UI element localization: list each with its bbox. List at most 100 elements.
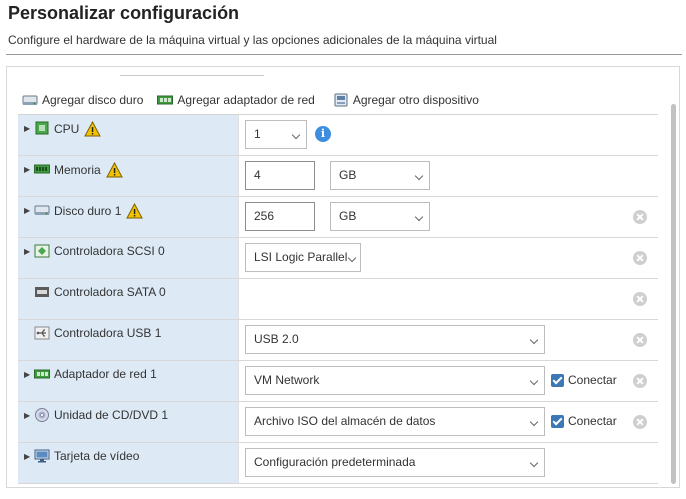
hardware-row-hard-disk: ▶ Disco duro 1 256 GB [18, 197, 658, 238]
hardware-row-memory: ▶ Memoria 4 GB [18, 156, 658, 197]
connect-checkbox[interactable] [551, 374, 564, 387]
network-adapter-icon [157, 93, 174, 107]
row-label: Memoria [54, 162, 123, 178]
cd-dvd-media-select[interactable]: Archivo ISO del almacén de datos [245, 407, 545, 436]
warning-icon [84, 121, 102, 137]
row-value-cell: Configuración predeterminada [238, 443, 658, 483]
connect-label: Conectar [568, 414, 617, 428]
add-hard-disk-label: Agregar disco duro [42, 93, 144, 107]
scsi-type-value: LSI Logic Parallel [254, 250, 348, 264]
scsi-type-select[interactable]: LSI Logic Parallel [245, 243, 361, 272]
chevron-down-icon [529, 458, 539, 468]
cd-dvd-media-value: Archivo ISO del almacén de datos [254, 414, 436, 428]
row-label: Controladora SATA 0 [54, 285, 166, 299]
usb-controller-label: Controladora USB 1 [54, 326, 162, 340]
disk-unit-select[interactable]: GB [330, 202, 430, 231]
chevron-down-icon [529, 376, 539, 386]
hardware-row-sata-controller: Controladora SATA 0 [18, 279, 658, 320]
row-value-cell: USB 2.0 [238, 320, 658, 360]
add-hard-disk-button[interactable]: Agregar disco duro [22, 93, 143, 107]
hardware-table: ▶ CPU 1 i ▶ Memoria 4 GB ▶ Disco duro 1 … [18, 114, 658, 484]
row-label-cell[interactable]: ▶ Adaptador de red 1 [18, 361, 238, 401]
chevron-down-icon [291, 130, 301, 140]
chevron-down-icon [414, 212, 424, 222]
video-card-label: Tarjeta de vídeo [54, 449, 140, 463]
row-label-cell[interactable]: ▶ Disco duro 1 [18, 197, 238, 237]
video-settings-value: Configuración predeterminada [254, 455, 416, 469]
add-other-device-label: Agregar otro dispositivo [352, 93, 479, 107]
row-label-cell[interactable]: ▶ Memoria [18, 156, 238, 196]
cpu-label: CPU [54, 122, 80, 136]
remove-device-icon[interactable] [633, 415, 647, 429]
info-icon[interactable]: i [315, 126, 331, 142]
expand-caret-icon[interactable]: ▶ [24, 370, 30, 379]
remove-device-icon[interactable] [633, 374, 647, 388]
disk-size-value: 256 [254, 209, 275, 223]
cpu-count-value: 1 [254, 127, 261, 141]
memory-label: Memoria [54, 163, 101, 177]
memory-unit-value: GB [339, 168, 357, 182]
usb-version-value: USB 2.0 [254, 332, 299, 346]
row-label-cell[interactable]: ▶ Controladora SCSI 0 [18, 238, 238, 278]
add-other-device-button[interactable]: Agregar otro dispositivo [333, 93, 479, 107]
row-value-cell: 4 GB [238, 156, 658, 196]
page-subtitle: Configure el hardware de la máquina virt… [8, 33, 497, 47]
row-value-cell [238, 279, 658, 319]
row-value-cell: 1 i [238, 115, 658, 155]
expand-caret-icon[interactable]: ▶ [24, 247, 30, 256]
memory-icon [34, 162, 50, 176]
cd-dvd-label: Unidad de CD/DVD 1 [54, 408, 169, 422]
network-select[interactable]: VM Network [245, 366, 545, 395]
chevron-down-icon [347, 253, 357, 263]
expand-caret-icon[interactable]: ▶ [24, 165, 30, 174]
hardware-row-network-adapter: ▶ Adaptador de red 1 VM Network Conectar [18, 361, 658, 402]
monitor-icon [34, 449, 50, 463]
remove-device-icon[interactable] [633, 292, 647, 306]
add-network-adapter-label: Agregar adaptador de red [177, 93, 315, 107]
usb-version-select[interactable]: USB 2.0 [245, 325, 545, 354]
scsi-controller-label: Controladora SCSI 0 [54, 244, 165, 258]
vertical-scrollbar[interactable] [668, 100, 678, 488]
hardware-row-usb-controller: Controladora USB 1 USB 2.0 [18, 320, 658, 361]
hard-disk-label: Disco duro 1 [54, 204, 122, 218]
hardware-toolbar: Agregar disco duro Agregar adaptador de … [22, 92, 479, 108]
row-label-cell: Controladora USB 1 [18, 320, 238, 360]
row-label-cell[interactable]: ▶ Tarjeta de vídeo [18, 443, 238, 483]
expand-caret-icon[interactable]: ▶ [24, 124, 30, 133]
page-title: Personalizar configuración [8, 3, 240, 23]
chevron-down-icon [529, 335, 539, 345]
disk-size-input[interactable]: 256 [245, 202, 315, 231]
sata-controller-icon [34, 285, 50, 299]
connect-checkbox[interactable] [551, 415, 564, 428]
add-network-adapter-button[interactable]: Agregar adaptador de red [157, 93, 315, 107]
expand-caret-icon[interactable]: ▶ [24, 411, 30, 420]
remove-device-icon[interactable] [633, 333, 647, 347]
row-label: Tarjeta de vídeo [54, 449, 139, 463]
usb-icon [34, 326, 50, 340]
row-label: Disco duro 1 [54, 203, 144, 219]
video-settings-select[interactable]: Configuración predeterminada [245, 448, 545, 477]
scrollbar-thumb[interactable] [671, 104, 676, 484]
row-value-cell: Archivo ISO del almacén de datos Conecta… [238, 402, 658, 442]
row-label: Adaptador de red 1 [54, 367, 157, 381]
row-label-cell[interactable]: ▶ CPU [18, 115, 238, 155]
remove-device-icon[interactable] [633, 251, 647, 265]
memory-size-input[interactable]: 4 [245, 161, 315, 190]
title-divider [6, 54, 682, 55]
row-value-cell: LSI Logic Parallel [238, 238, 658, 278]
warning-icon [105, 162, 123, 178]
remove-device-icon[interactable] [633, 210, 647, 224]
row-label: CPU [54, 121, 102, 137]
chevron-down-icon [529, 417, 539, 427]
hardware-row-cpu: ▶ CPU 1 i [18, 115, 658, 156]
expand-caret-icon[interactable]: ▶ [24, 206, 30, 215]
row-label: Unidad de CD/DVD 1 [54, 408, 168, 422]
hardware-row-video-card: ▶ Tarjeta de vídeo Configuración predete… [18, 443, 658, 484]
memory-size-value: 4 [254, 168, 261, 182]
memory-unit-select[interactable]: GB [330, 161, 430, 190]
hardware-row-cd-dvd: ▶ Unidad de CD/DVD 1 Archivo ISO del alm… [18, 402, 658, 443]
expand-caret-icon[interactable]: ▶ [24, 452, 30, 461]
cpu-icon [34, 121, 50, 135]
row-label-cell[interactable]: ▶ Unidad de CD/DVD 1 [18, 402, 238, 442]
cpu-count-select[interactable]: 1 [245, 120, 307, 149]
